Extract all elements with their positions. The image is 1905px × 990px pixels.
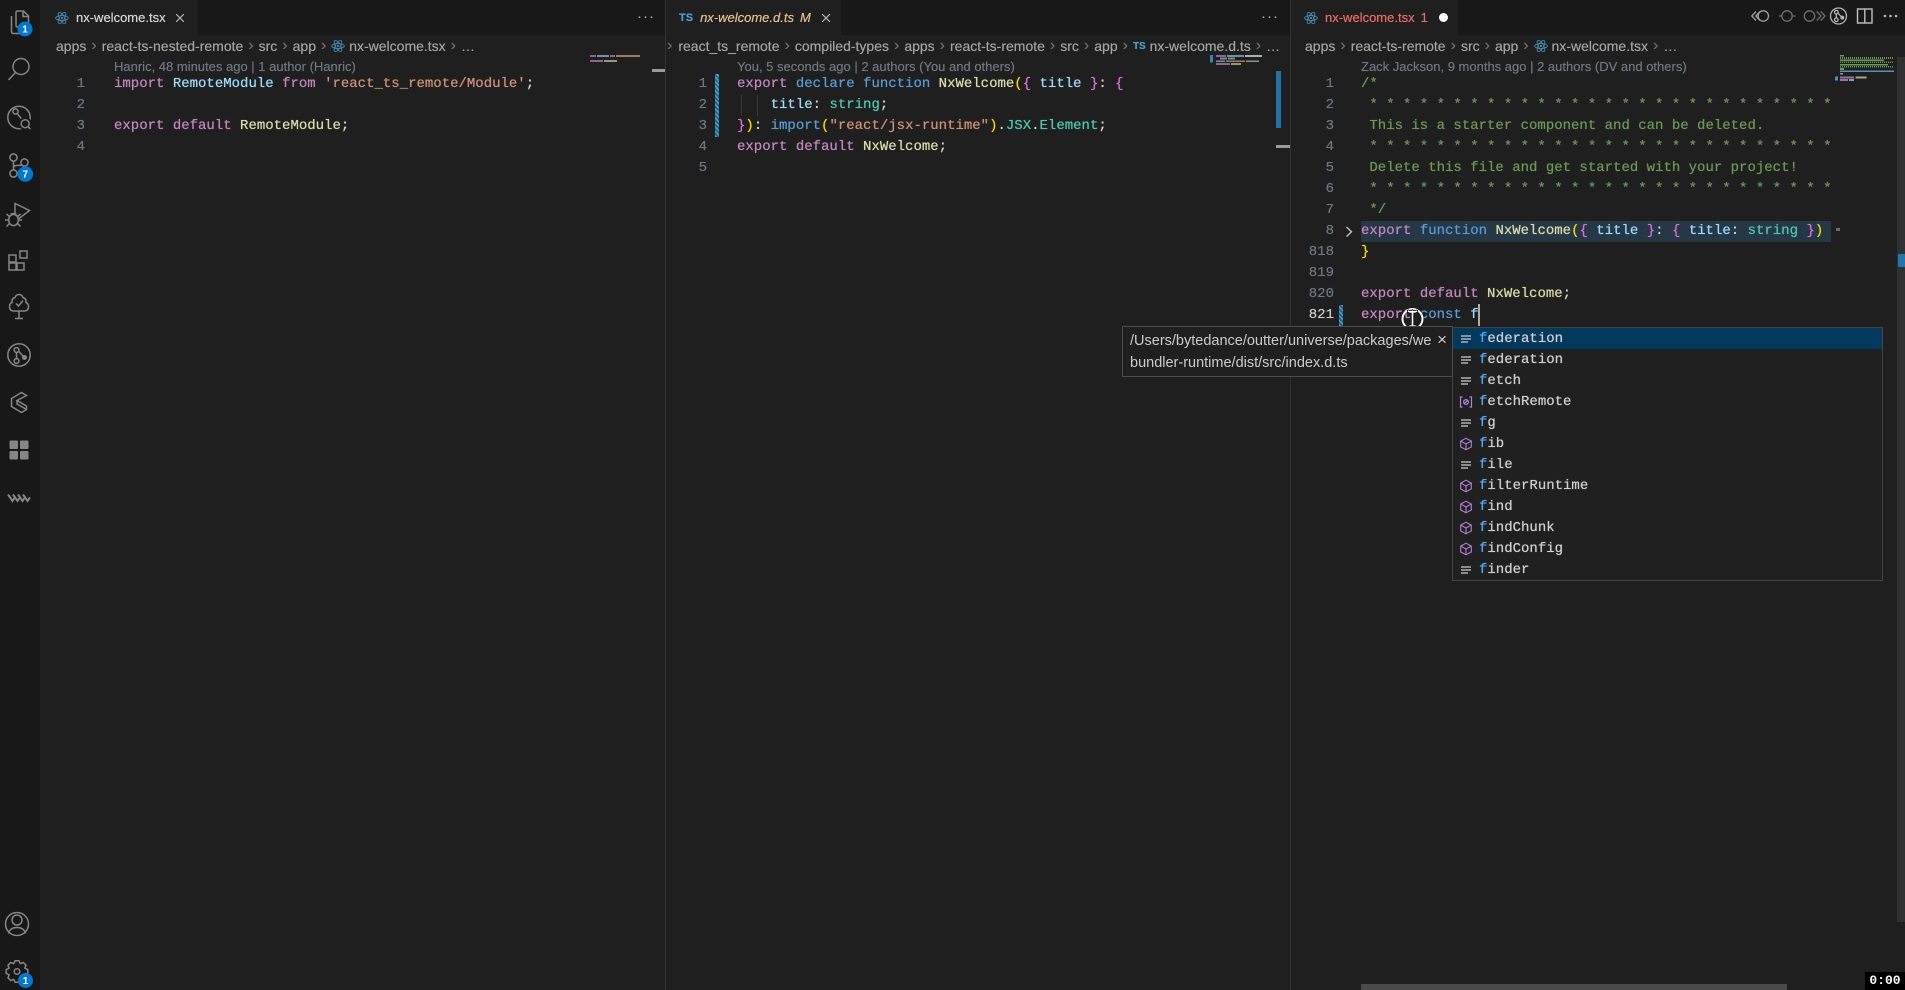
svg-text:1: 1 <box>22 25 28 36</box>
svg-text:1: 1 <box>23 976 29 987</box>
svg-text:7: 7 <box>23 170 29 181</box>
